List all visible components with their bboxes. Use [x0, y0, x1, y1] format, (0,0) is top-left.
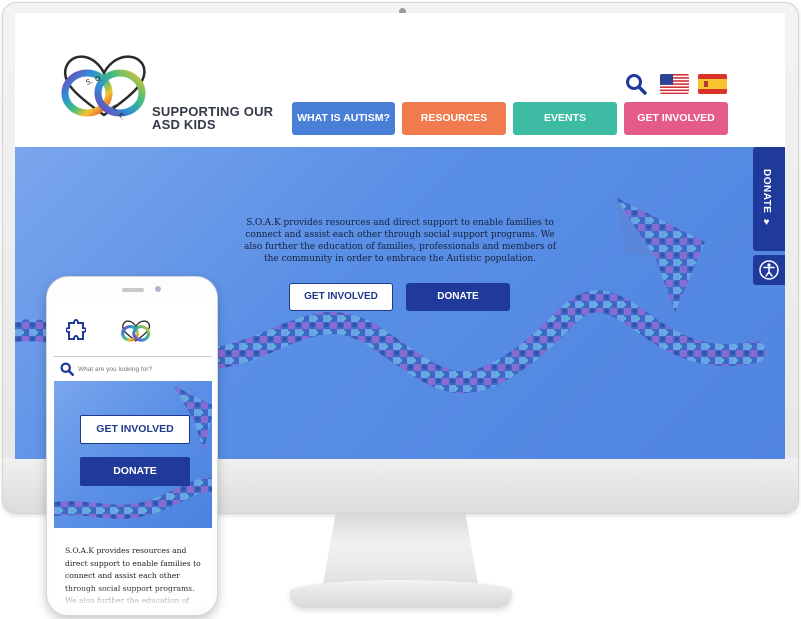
- mobile-get-involved-button[interactable]: GET INVOLVED: [80, 415, 190, 444]
- mobile-phone-frame: GET INVOLVED DONATE S.O.A.K provides res…: [46, 276, 218, 616]
- nav-resources[interactable]: RESOURCES: [402, 102, 506, 135]
- accessibility-icon: [759, 260, 779, 280]
- donate-button[interactable]: DONATE: [406, 283, 510, 311]
- flag-es-icon[interactable]: [698, 74, 727, 94]
- soak-logo-mobile[interactable]: [120, 317, 152, 345]
- brand-name: SUPPORTING OUR ASD KIDS: [152, 105, 292, 131]
- search-icon[interactable]: [60, 362, 74, 376]
- nav-events[interactable]: EVENTS: [513, 102, 617, 135]
- puzzle-menu-icon[interactable]: [65, 318, 87, 344]
- search-icon[interactable]: [625, 73, 647, 95]
- svg-text:S.: S.: [85, 77, 94, 87]
- svg-text:O.: O.: [95, 75, 102, 83]
- mobile-search-input[interactable]: [78, 361, 208, 377]
- mobile-screen: GET INVOLVED DONATE S.O.A.K provides res…: [54, 301, 212, 607]
- phone-speaker: [122, 288, 144, 292]
- site-header: S. O. A. K. SUPPORTING OUR ASD KIDS WHAT…: [15, 13, 785, 147]
- soak-logo[interactable]: S. O. A. K.: [57, 51, 152, 122]
- monitor-stand: [323, 514, 478, 584]
- mobile-hero: GET INVOLVED DONATE: [54, 381, 212, 528]
- mobile-text-fade: [54, 587, 212, 607]
- get-involved-button[interactable]: GET INVOLVED: [289, 283, 393, 311]
- monitor-base: [290, 580, 512, 608]
- brand-name-line2: ASD KIDS: [152, 117, 216, 132]
- phone-camera: [155, 286, 161, 292]
- mobile-header-divider: [54, 356, 212, 357]
- mobile-donate-button[interactable]: DONATE: [80, 457, 190, 486]
- flag-us-icon[interactable]: [660, 74, 689, 94]
- donate-side-tab-label: DONATE ♥: [761, 169, 772, 229]
- nav-get-involved[interactable]: GET INVOLVED: [624, 102, 728, 135]
- puzzle-ribbon-image: [54, 386, 212, 519]
- nav-what-is-autism[interactable]: WHAT IS AUTISM?: [292, 102, 395, 135]
- hero-description: S.O.A.K provides resources and direct su…: [243, 218, 557, 264]
- accessibility-button[interactable]: [753, 255, 785, 285]
- donate-side-tab[interactable]: DONATE ♥: [753, 147, 785, 251]
